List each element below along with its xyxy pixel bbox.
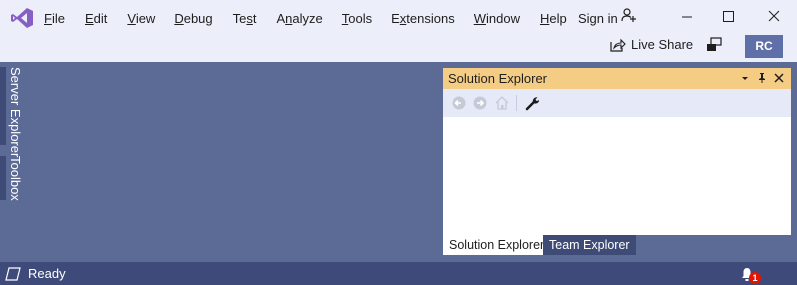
sign-in-link[interactable]: Sign in <box>578 10 618 27</box>
home-icon[interactable] <box>494 95 510 111</box>
menu-tools-label: Tools <box>341 11 373 26</box>
menu-view[interactable]: View <box>127 10 155 28</box>
menu-analyze-label: Analyze <box>276 11 323 26</box>
solution-explorer-titlebar[interactable]: Solution Explorer <box>443 68 791 89</box>
status-bar: Ready 1 <box>0 262 797 285</box>
forward-icon[interactable] <box>472 95 488 111</box>
server-explorer-tab[interactable]: Server Explorer <box>7 67 23 157</box>
menu-view-label: View <box>127 11 156 26</box>
share-icon <box>610 38 626 52</box>
menu-edit-label: Edit <box>84 11 108 26</box>
menu-debug-label: Debug <box>174 11 213 26</box>
menu-help[interactable]: Help <box>540 10 567 28</box>
status-text: Ready <box>28 266 66 281</box>
pin-icon[interactable] <box>756 72 768 84</box>
menu-tools[interactable]: Tools <box>342 10 372 28</box>
minimize-button[interactable] <box>677 6 697 26</box>
solution-explorer-tab-strip: Solution Explorer Team Explorer <box>443 235 791 255</box>
menu-window[interactable]: Window <box>474 10 520 28</box>
toolbox-tab[interactable]: Toolbox <box>7 156 23 201</box>
back-icon[interactable] <box>451 95 467 111</box>
menu-window-label: Window <box>473 11 520 26</box>
solution-explorer-panel: Solution Explorer Solution Explorer Team… <box>443 68 791 255</box>
toolbar-separator <box>516 95 517 111</box>
close-panel-icon[interactable] <box>773 72 785 84</box>
menu-bar: File Edit View Debug Test Analyze Tools … <box>44 10 567 28</box>
maximize-button[interactable] <box>718 6 738 26</box>
menu-edit[interactable]: Edit <box>85 10 107 28</box>
menu-test[interactable]: Test <box>233 10 257 28</box>
toolbox-tab-marker <box>0 156 6 200</box>
menu-test-label: Test <box>232 11 257 26</box>
menu-help-label: Help <box>539 11 567 26</box>
window-position-dropdown-icon[interactable] <box>739 72 751 84</box>
menu-debug[interactable]: Debug <box>174 10 212 28</box>
menu-file[interactable]: File <box>44 10 65 28</box>
feedback-icon[interactable] <box>706 37 722 53</box>
tab-solution-explorer[interactable]: Solution Explorer <box>443 235 551 255</box>
live-share-button[interactable]: Live Share <box>610 38 693 52</box>
menu-extensions[interactable]: Extensions <box>391 10 455 28</box>
menu-extensions-label: Extensions <box>391 11 455 26</box>
menu-file-label: File <box>44 11 65 26</box>
notification-count-badge: 1 <box>749 272 761 284</box>
solution-explorer-toolbar <box>443 89 791 117</box>
live-share-label: Live Share <box>631 37 694 52</box>
visual-studio-logo-icon[interactable] <box>10 7 34 29</box>
close-window-button[interactable] <box>764 6 784 26</box>
add-user-icon[interactable] <box>621 7 637 23</box>
tab-team-explorer[interactable]: Team Explorer <box>543 235 636 255</box>
menu-analyze[interactable]: Analyze <box>277 10 323 28</box>
account-avatar[interactable]: RC <box>745 35 783 58</box>
solution-explorer-title: Solution Explorer <box>448 71 547 86</box>
solution-tree-area[interactable] <box>443 117 791 235</box>
title-bar: File Edit View Debug Test Analyze Tools … <box>0 0 797 62</box>
status-ready-icon <box>5 267 21 281</box>
server-explorer-tab-marker <box>0 67 6 145</box>
wrench-icon[interactable] <box>525 95 541 111</box>
